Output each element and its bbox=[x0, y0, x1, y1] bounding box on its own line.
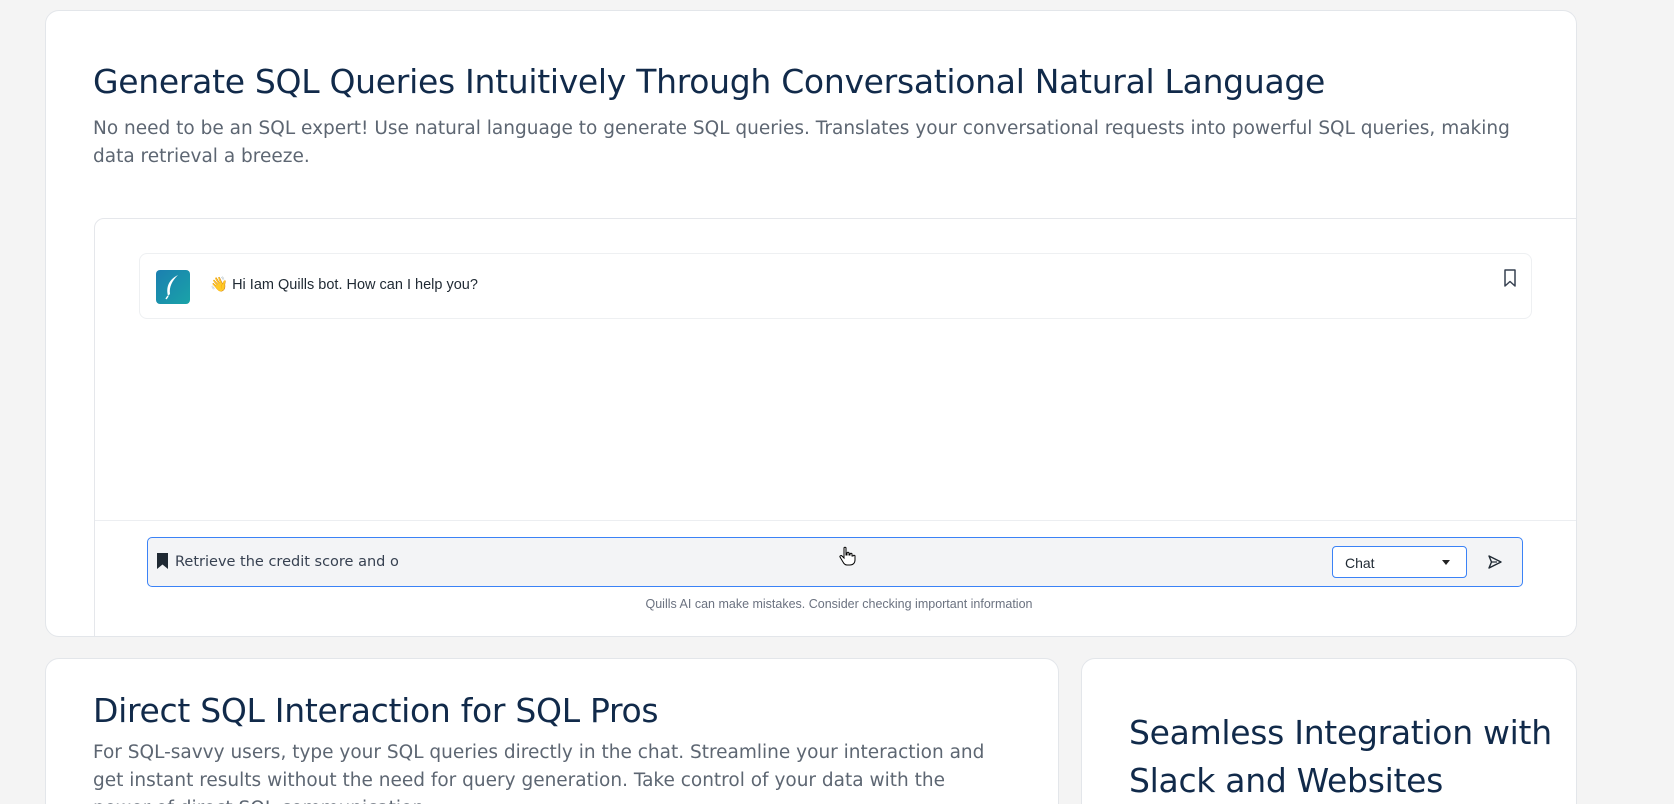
feather-icon bbox=[165, 275, 178, 300]
hero-title: Generate SQL Queries Intuitively Through… bbox=[93, 62, 1326, 101]
feature-card-integration: Seamless Integration with Slack and Webs… bbox=[1081, 658, 1577, 804]
feature-title: Seamless Integration with Slack and Webs… bbox=[1129, 713, 1552, 800]
feature-card-direct-sql: Direct SQL Interaction for SQL Pros For … bbox=[45, 658, 1059, 804]
hand-cursor-icon bbox=[839, 546, 856, 566]
disclaimer-text: Quills AI can make mistakes. Consider ch… bbox=[645, 597, 1033, 611]
bot-avatar bbox=[156, 270, 190, 304]
hero-description: No need to be an SQL expert! Use natural… bbox=[93, 118, 1510, 167]
feature-title: Direct SQL Interaction for SQL Pros bbox=[93, 691, 659, 730]
send-button[interactable] bbox=[1483, 550, 1507, 574]
bookmark-icon[interactable] bbox=[1503, 269, 1517, 287]
bot-message-text: 👋 Hi Iam Quills bot. How can I help you? bbox=[210, 277, 478, 293]
mode-select[interactable]: Chat bbox=[1332, 546, 1467, 578]
chat-panel: 👋 Hi Iam Quills bot. How can I help you?… bbox=[94, 218, 1576, 636]
input-divider bbox=[95, 520, 1576, 521]
mode-select-value: Chat bbox=[1345, 555, 1375, 571]
bot-message: 👋 Hi Iam Quills bot. How can I help you? bbox=[139, 253, 1532, 319]
hero-card: Generate SQL Queries Intuitively Through… bbox=[45, 10, 1577, 637]
feature-description: For SQL-savvy users, type your SQL queri… bbox=[93, 742, 985, 804]
chat-input[interactable] bbox=[175, 552, 1225, 572]
send-icon bbox=[1488, 555, 1502, 569]
chevron-down-icon bbox=[1442, 560, 1450, 565]
bookmark-icon[interactable] bbox=[156, 552, 169, 570]
chat-input-bar[interactable]: Chat bbox=[147, 537, 1523, 587]
